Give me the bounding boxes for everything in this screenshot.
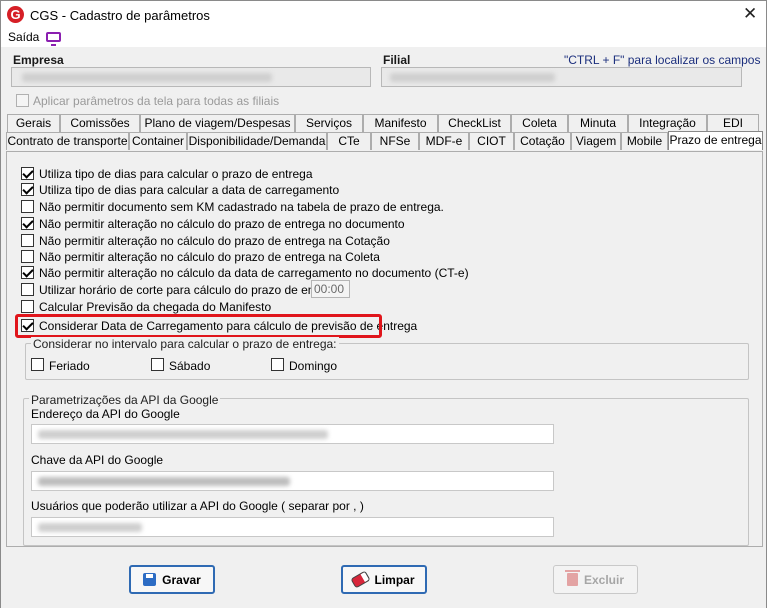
search-hint: "CTRL + F" para localizar os campos bbox=[564, 53, 761, 67]
dialog-window: G CGS - Cadastro de parâmetros ✕ Saída E… bbox=[0, 0, 767, 608]
option-label-1: Utiliza tipo de dias para calcular o pra… bbox=[39, 167, 313, 181]
gravar-label: Gravar bbox=[162, 572, 201, 587]
domingo-checkbox[interactable] bbox=[271, 358, 284, 371]
interval-group-title: Considerar no intervalo para calcular o … bbox=[31, 337, 339, 351]
filial-field[interactable] bbox=[381, 67, 742, 87]
feriado-label: Feriado bbox=[49, 359, 90, 373]
tab-checklist[interactable]: CheckList bbox=[438, 114, 511, 132]
apply-all-label: Aplicar parâmetros da tela para todas as… bbox=[33, 94, 280, 108]
menu-bar: Saída bbox=[1, 29, 766, 47]
cutoff-time-input[interactable]: 00:00 bbox=[311, 280, 350, 298]
option-checkbox-1[interactable] bbox=[21, 167, 34, 180]
option-checkbox-5[interactable] bbox=[21, 234, 34, 247]
option-label-8: Utilizar horário de corte para cálculo d… bbox=[39, 283, 342, 297]
eraser-icon bbox=[352, 571, 370, 588]
usuarios-api-input[interactable] bbox=[31, 517, 554, 537]
tab-cotacao[interactable]: Cotação bbox=[514, 132, 571, 150]
tab-nfse[interactable]: NFSe bbox=[371, 132, 419, 150]
chave-api-input[interactable] bbox=[31, 471, 554, 491]
tab-integracao[interactable]: Integração bbox=[628, 114, 707, 132]
gravar-button[interactable]: Gravar bbox=[129, 565, 215, 594]
window-title: CGS - Cadastro de parâmetros bbox=[30, 8, 210, 23]
endereco-api-label: Endereço da API do Google bbox=[31, 407, 180, 421]
filial-label: Filial bbox=[383, 53, 411, 67]
sabado-label: Sábado bbox=[169, 359, 211, 373]
tab-mobile[interactable]: Mobile bbox=[621, 132, 668, 150]
option-checkbox-9[interactable] bbox=[21, 300, 34, 313]
limpar-button[interactable]: Limpar bbox=[341, 565, 427, 594]
domingo-label: Domingo bbox=[289, 359, 338, 373]
trash-icon bbox=[564, 570, 580, 586]
chave-api-label: Chave da API do Google bbox=[31, 453, 164, 467]
tab-container[interactable]: Container bbox=[129, 132, 187, 150]
option-checkbox-3[interactable] bbox=[21, 200, 34, 213]
excluir-label: Excluir bbox=[583, 572, 625, 587]
highlight-box bbox=[15, 314, 382, 338]
feriado-checkbox[interactable] bbox=[31, 358, 44, 371]
monitor-icon[interactable] bbox=[46, 32, 61, 46]
empresa-label: Empresa bbox=[13, 53, 64, 67]
app-logo-icon: G bbox=[7, 6, 24, 23]
menu-saida[interactable]: Saída bbox=[8, 30, 39, 44]
empresa-field[interactable] bbox=[11, 67, 371, 87]
tab-gerais[interactable]: Gerais bbox=[7, 114, 60, 132]
option-checkbox-7[interactable] bbox=[21, 266, 34, 279]
tab-viagem[interactable]: Viagem bbox=[571, 132, 621, 150]
tab-comissoes[interactable]: Comissões bbox=[60, 114, 140, 132]
google-group-title: Parametrizações da API da Google bbox=[29, 393, 221, 407]
option-label-7: Não permitir alteração no cálculo da dat… bbox=[39, 266, 469, 280]
tab-coleta[interactable]: Coleta bbox=[511, 114, 568, 132]
tab-disponibilidade-demanda[interactable]: Disponibilidade/Demanda bbox=[187, 132, 327, 150]
option-checkbox-4[interactable] bbox=[21, 217, 34, 230]
tab-manifesto[interactable]: Manifesto bbox=[363, 114, 438, 132]
option-checkbox-2[interactable] bbox=[21, 183, 34, 196]
option-label-2: Utiliza tipo de dias para calcular a dat… bbox=[39, 183, 340, 197]
title-bar: G CGS - Cadastro de parâmetros ✕ bbox=[1, 1, 766, 29]
option-label-9: Calcular Previsão da chegada do Manifest… bbox=[39, 300, 272, 314]
sabado-checkbox[interactable] bbox=[151, 358, 164, 371]
apply-all-checkbox[interactable] bbox=[16, 94, 29, 107]
save-icon bbox=[143, 573, 157, 586]
tab-edi[interactable]: EDI bbox=[707, 114, 759, 132]
excluir-button[interactable]: Excluir bbox=[553, 565, 638, 594]
option-label-5: Não permitir alteração no cálculo do pra… bbox=[39, 234, 390, 248]
option-label-3: Não permitir documento sem KM cadastrado… bbox=[39, 200, 444, 214]
tab-contrato-de-transporte[interactable]: Contrato de transporte bbox=[6, 132, 129, 150]
tab-servicos[interactable]: Serviços bbox=[295, 114, 363, 132]
limpar-label: Limpar bbox=[374, 572, 415, 587]
tab-prazo-de-entrega[interactable]: Prazo de entrega bbox=[668, 131, 763, 150]
option-label-4: Não permitir alteração no cálculo do pra… bbox=[39, 217, 405, 231]
tab-cte[interactable]: CTe bbox=[327, 132, 371, 150]
tab-mdfe[interactable]: MDF-e bbox=[419, 132, 469, 150]
option-checkbox-6[interactable] bbox=[21, 250, 34, 263]
close-icon[interactable]: ✕ bbox=[743, 4, 757, 24]
tab-minuta[interactable]: Minuta bbox=[568, 114, 628, 132]
footer-bar: Gravar Limpar Excluir bbox=[1, 553, 766, 608]
tab-plano-de-viagem[interactable]: Plano de viagem/Despesas bbox=[140, 114, 295, 132]
option-label-6: Não permitir alteração no cálculo do pra… bbox=[39, 250, 380, 264]
usuarios-api-label: Usuários que poderão utilizar a API do G… bbox=[31, 499, 364, 513]
endereco-api-input[interactable] bbox=[31, 424, 554, 444]
option-checkbox-8[interactable] bbox=[21, 283, 34, 296]
tab-ciot[interactable]: CIOT bbox=[469, 132, 514, 150]
